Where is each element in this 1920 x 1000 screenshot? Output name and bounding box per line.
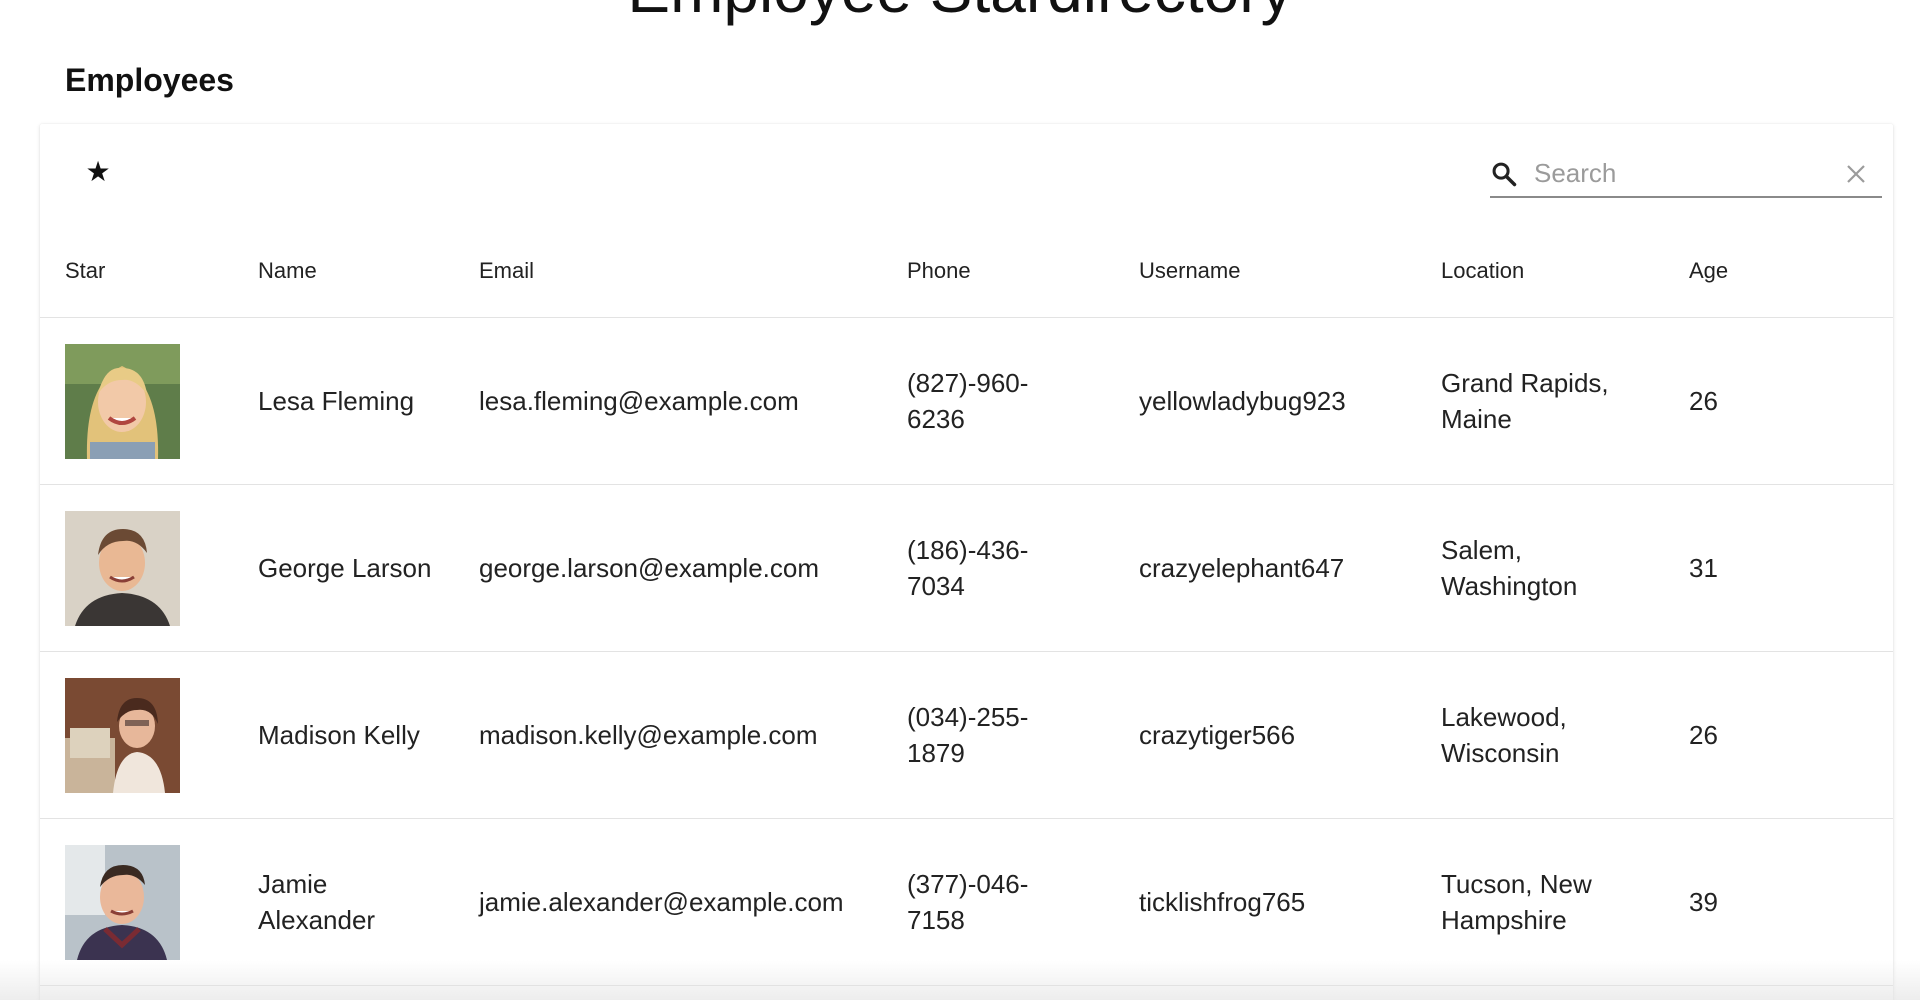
avatar[interactable] <box>65 844 180 960</box>
table-row[interactable]: George Larson george.larson@example.com … <box>40 484 1893 652</box>
employee-phone: (186)-436-7034 <box>907 535 1029 601</box>
table-row[interactable]: Lesa Fleming lesa.fleming@example.com (8… <box>40 317 1893 485</box>
employee-phone: (377)-046-7158 <box>907 869 1029 935</box>
name-cell: Jamie Alexander <box>258 818 479 986</box>
employee-name: George Larson <box>258 553 432 583</box>
username-cell: yellowladybug923 <box>1139 317 1441 485</box>
employee-name: Lesa Fleming <box>258 386 415 416</box>
username-cell: ticklishfrog765 <box>1139 818 1441 986</box>
phone-cell: (186)-436-7034 <box>907 484 1139 652</box>
employee-location: Salem, Washington <box>1441 535 1578 601</box>
employee-email: jamie.alexander@example.com <box>479 887 844 917</box>
location-cell: Salem, Washington <box>1441 484 1689 652</box>
name-cell: George Larson <box>258 484 479 652</box>
employee-name: Jamie Alexander <box>258 869 376 935</box>
employees-table: Star Name Email Phone Username Location … <box>40 224 1893 986</box>
table-toolbar: ★ <box>40 124 1893 224</box>
search-box <box>1490 150 1882 198</box>
close-icon[interactable] <box>1844 162 1868 186</box>
avatar[interactable] <box>65 510 180 626</box>
name-cell: Lesa Fleming <box>258 317 479 485</box>
email-cell: madison.kelly@example.com <box>479 651 907 819</box>
search-icon <box>1492 162 1517 187</box>
employee-username: crazytiger566 <box>1139 720 1296 750</box>
username-cell: crazytiger566 <box>1139 651 1441 819</box>
star-filter-button[interactable]: ★ <box>76 150 120 194</box>
star-cell[interactable] <box>40 651 258 819</box>
column-header-star[interactable]: Star <box>40 224 258 318</box>
table-row[interactable]: Madison Kelly madison.kelly@example.com … <box>40 651 1893 819</box>
employee-age: 39 <box>1689 887 1718 917</box>
page: Employee Stardirectory Employees ★ <box>0 0 1920 1000</box>
table-row[interactable]: Jamie Alexander jamie.alexander@example.… <box>40 818 1893 986</box>
employee-email: madison.kelly@example.com <box>479 720 818 750</box>
star-icon: ★ <box>85 156 111 187</box>
employee-location: Grand Rapids, Maine <box>1441 368 1609 434</box>
location-cell: Tucson, New Hampshire <box>1441 818 1689 986</box>
star-cell[interactable] <box>40 818 258 986</box>
search-input[interactable] <box>1534 154 1834 192</box>
column-header-username[interactable]: Username <box>1139 224 1441 318</box>
employee-location: Tucson, New Hampshire <box>1441 869 1592 935</box>
employee-username: ticklishfrog765 <box>1139 887 1306 917</box>
age-cell: 26 <box>1689 651 1893 819</box>
location-cell: Lakewood, Wisconsin <box>1441 651 1689 819</box>
phone-cell: (827)-960-6236 <box>907 317 1139 485</box>
star-cell[interactable] <box>40 317 258 485</box>
employee-location: Lakewood, Wisconsin <box>1441 702 1567 768</box>
employee-age: 26 <box>1689 720 1718 750</box>
employee-age: 31 <box>1689 553 1718 583</box>
employee-username: yellowladybug923 <box>1139 386 1346 416</box>
name-cell: Madison Kelly <box>258 651 479 819</box>
section-title: Employees <box>65 62 234 98</box>
table-header-row: Star Name Email Phone Username Location … <box>40 224 1893 318</box>
employee-phone: (827)-960-6236 <box>907 368 1029 434</box>
location-cell: Grand Rapids, Maine <box>1441 317 1689 485</box>
avatar[interactable] <box>65 343 180 459</box>
employees-card: ★ Star Name Email Phon <box>40 124 1893 1000</box>
employee-age: 26 <box>1689 386 1718 416</box>
email-cell: lesa.fleming@example.com <box>479 317 907 485</box>
email-cell: jamie.alexander@example.com <box>479 818 907 986</box>
avatar[interactable] <box>65 677 180 793</box>
column-header-location[interactable]: Location <box>1441 224 1689 318</box>
email-cell: george.larson@example.com <box>479 484 907 652</box>
phone-cell: (377)-046-7158 <box>907 818 1139 986</box>
employee-username: crazyelephant647 <box>1139 553 1345 583</box>
age-cell: 26 <box>1689 317 1893 485</box>
column-header-phone[interactable]: Phone <box>907 224 1139 318</box>
column-header-name[interactable]: Name <box>258 224 479 318</box>
age-cell: 39 <box>1689 818 1893 986</box>
employee-name: Madison Kelly <box>258 720 420 750</box>
age-cell: 31 <box>1689 484 1893 652</box>
employee-email: george.larson@example.com <box>479 553 820 583</box>
column-header-age[interactable]: Age <box>1689 224 1893 318</box>
column-header-email[interactable]: Email <box>479 224 907 318</box>
page-title: Employee Stardirectory <box>0 0 1920 22</box>
phone-cell: (034)-255-1879 <box>907 651 1139 819</box>
star-cell[interactable] <box>40 484 258 652</box>
username-cell: crazyelephant647 <box>1139 484 1441 652</box>
employee-email: lesa.fleming@example.com <box>479 386 799 416</box>
employee-phone: (034)-255-1879 <box>907 702 1029 768</box>
